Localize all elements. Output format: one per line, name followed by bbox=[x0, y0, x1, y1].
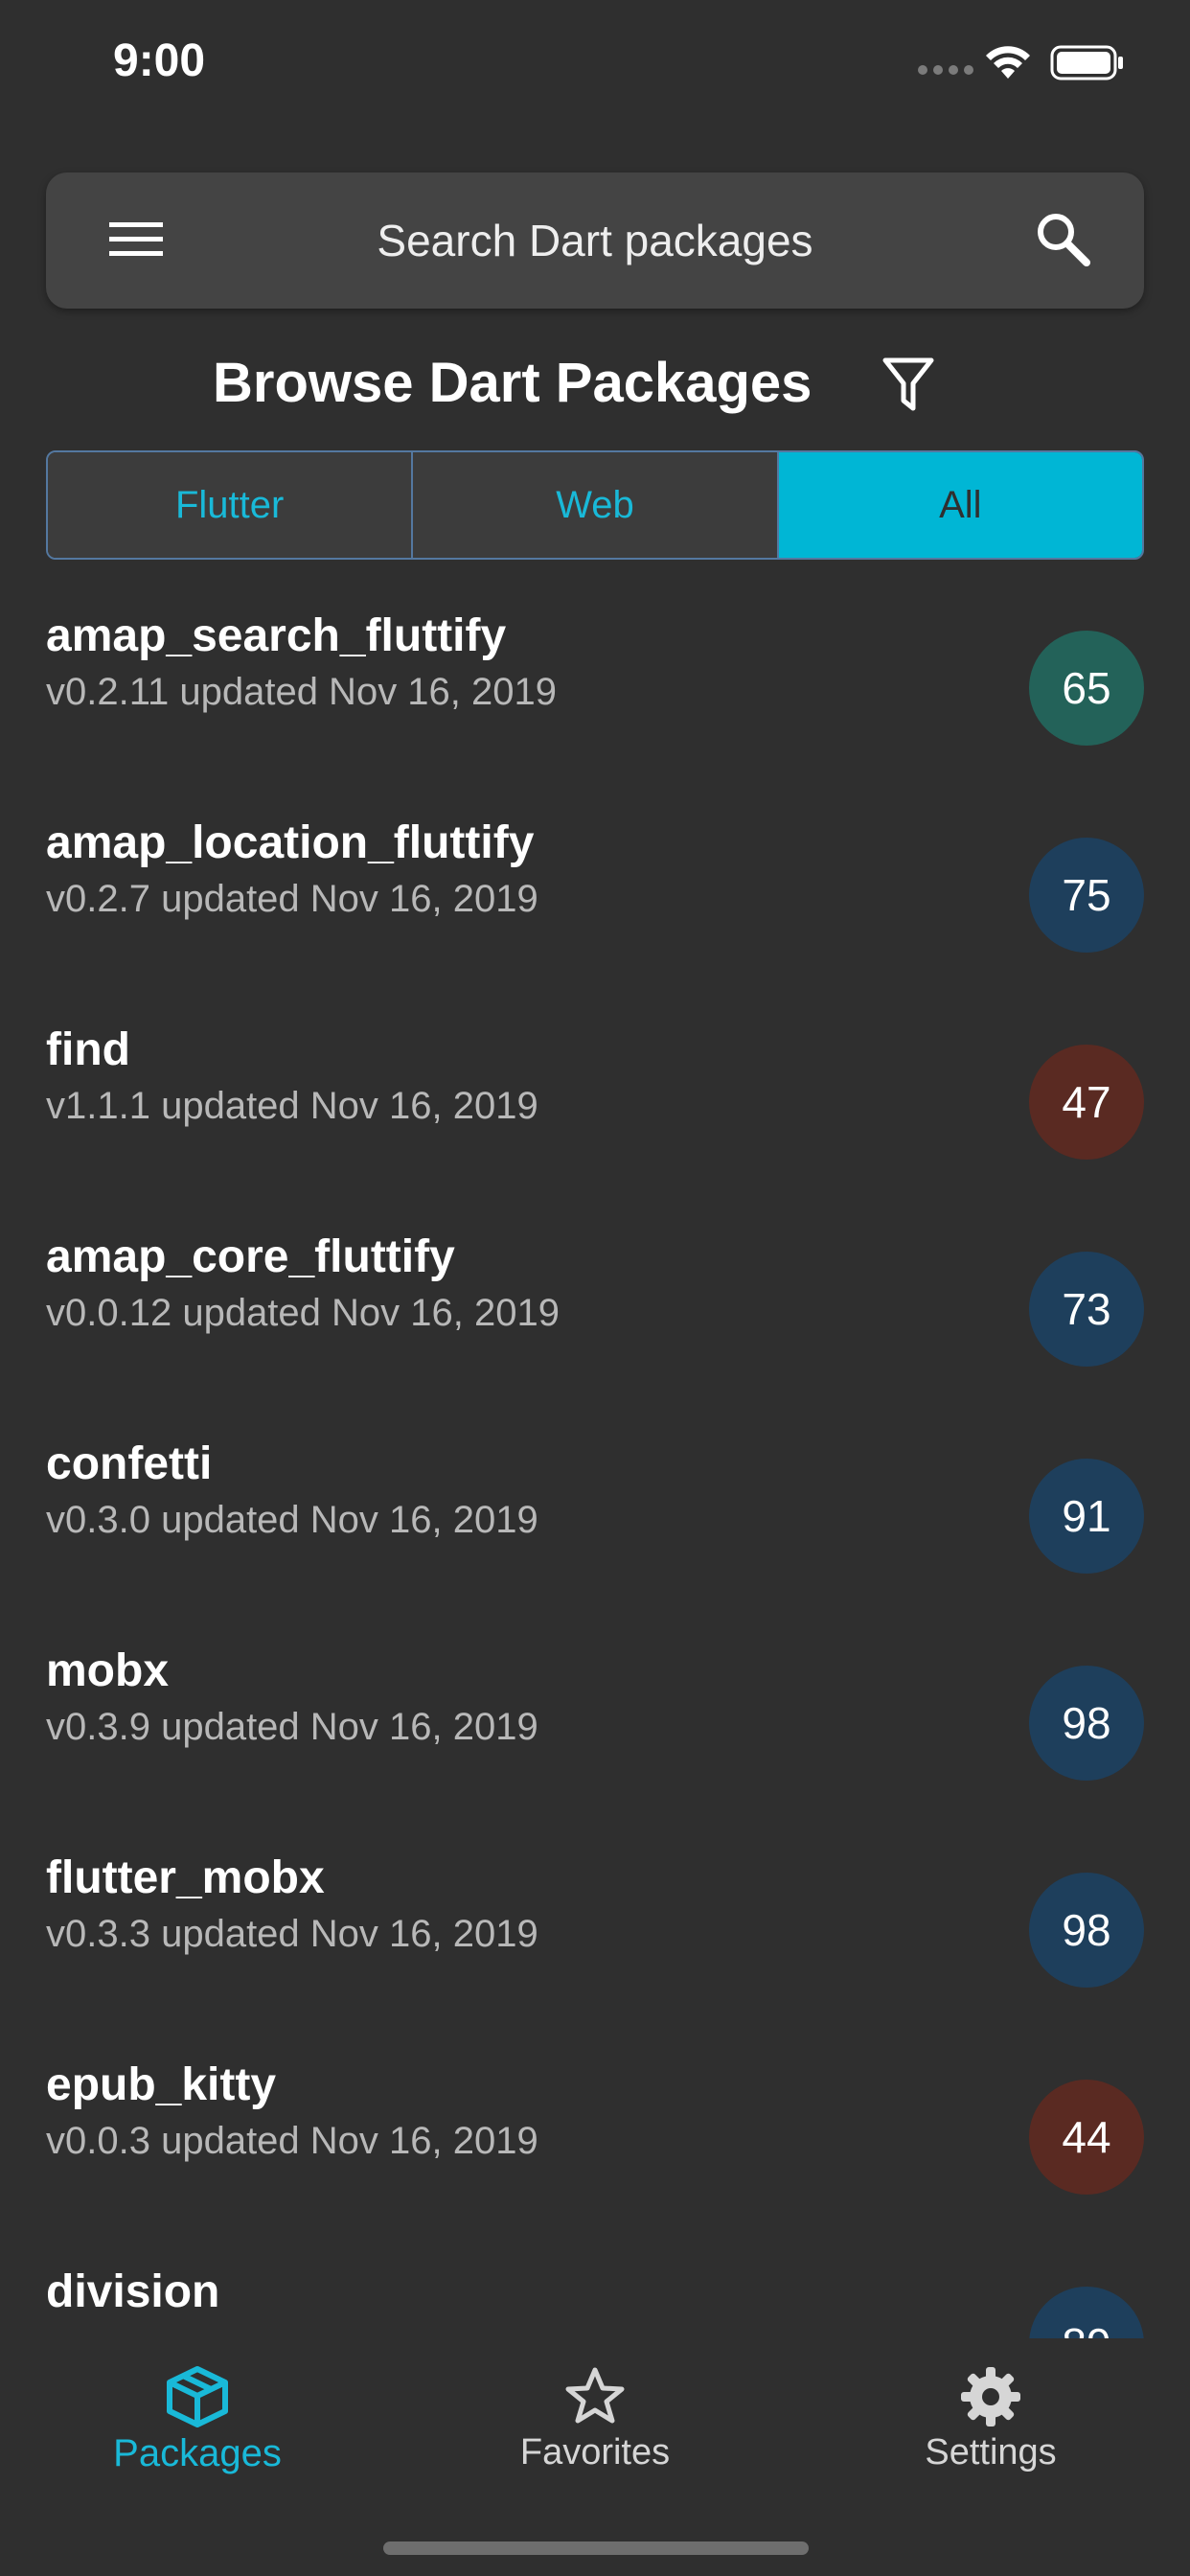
package-list-item[interactable]: flutter_mobx v0.3.3 updated Nov 16, 2019… bbox=[0, 1817, 1190, 2024]
package-name: amap_location_fluttify bbox=[46, 817, 535, 868]
package-list-item[interactable]: find v1.1.1 updated Nov 16, 2019 47 bbox=[0, 989, 1190, 1196]
package-version-date: v0.3.9 updated Nov 16, 2019 bbox=[46, 1706, 538, 1748]
package-version-date: v0.0.12 updated Nov 16, 2019 bbox=[46, 1292, 560, 1334]
home-indicator bbox=[383, 2542, 809, 2555]
title-row: Browse Dart Packages bbox=[0, 347, 1190, 424]
package-list-item[interactable]: confetti v0.3.0 updated Nov 16, 2019 91 bbox=[0, 1403, 1190, 1610]
package-score-badge: 75 bbox=[1029, 838, 1144, 953]
package-list-item[interactable]: amap_core_fluttify v0.0.12 updated Nov 1… bbox=[0, 1196, 1190, 1403]
nav-label: Settings bbox=[925, 2432, 1057, 2472]
search-bar[interactable]: Search Dart packages bbox=[46, 172, 1144, 309]
package-version-date: v0.2.11 updated Nov 16, 2019 bbox=[46, 671, 558, 713]
package-score-badge: 98 bbox=[1029, 1873, 1144, 1988]
package-version-date: v0.3.3 updated Nov 16, 2019 bbox=[46, 1913, 538, 1955]
segment-flutter[interactable]: Flutter bbox=[48, 452, 412, 558]
nav-tab-packages[interactable]: Packages bbox=[73, 2365, 322, 2475]
status-time: 9:00 bbox=[113, 35, 206, 86]
nav-label: Favorites bbox=[519, 2432, 671, 2472]
search-input[interactable]: Search Dart packages bbox=[46, 215, 1144, 266]
bottom-navigation: Packages Favorites Settings bbox=[0, 2338, 1190, 2576]
segment-web[interactable]: Web bbox=[411, 452, 777, 558]
package-score-badge: 91 bbox=[1029, 1459, 1144, 1574]
package-list-item[interactable]: epub_kitty v0.0.3 updated Nov 16, 2019 4… bbox=[0, 2024, 1190, 2231]
package-list: amap_search_fluttify v0.2.11 updated Nov… bbox=[0, 575, 1190, 2338]
package-name: find bbox=[46, 1024, 130, 1075]
package-list-item[interactable]: amap_location_fluttify v0.2.7 updated No… bbox=[0, 782, 1190, 989]
package-name: mobx bbox=[46, 1645, 170, 1696]
package-score-badge: 65 bbox=[1029, 631, 1144, 746]
page-title: Browse Dart Packages bbox=[213, 352, 812, 414]
package-list-item[interactable]: amap_search_fluttify v0.2.11 updated Nov… bbox=[0, 575, 1190, 782]
cellular-signal-icon bbox=[918, 65, 973, 75]
package-name: amap_search_fluttify bbox=[46, 610, 507, 661]
star-icon bbox=[565, 2367, 625, 2424]
nav-tab-settings[interactable]: Settings bbox=[866, 2365, 1115, 2473]
package-score-badge: 89 bbox=[1029, 2287, 1144, 2338]
nav-tab-favorites[interactable]: Favorites bbox=[470, 2365, 720, 2473]
status-bar: 9:00 bbox=[0, 0, 1190, 134]
gear-icon bbox=[961, 2367, 1020, 2426]
package-score-badge: 98 bbox=[1029, 1666, 1144, 1781]
package-icon bbox=[167, 2366, 228, 2427]
wifi-icon bbox=[986, 46, 1030, 79]
package-name: amap_core_fluttify bbox=[46, 1231, 455, 1282]
package-list-item[interactable]: division 89 bbox=[0, 2231, 1190, 2338]
filter-icon[interactable] bbox=[881, 356, 935, 414]
package-name: confetti bbox=[46, 1438, 213, 1489]
nav-label: Packages bbox=[113, 2432, 282, 2474]
package-version-date: v0.0.3 updated Nov 16, 2019 bbox=[46, 2120, 538, 2162]
package-name: flutter_mobx bbox=[46, 1852, 325, 1903]
package-version-date: v0.3.0 updated Nov 16, 2019 bbox=[46, 1499, 538, 1541]
segment-all[interactable]: All bbox=[776, 452, 1142, 558]
package-list-item[interactable]: mobx v0.3.9 updated Nov 16, 2019 98 bbox=[0, 1610, 1190, 1817]
package-score-badge: 47 bbox=[1029, 1045, 1144, 1160]
package-score-badge: 44 bbox=[1029, 2080, 1144, 2195]
package-name: division bbox=[46, 2266, 220, 2317]
search-icon[interactable] bbox=[1033, 209, 1096, 272]
package-score-badge: 73 bbox=[1029, 1252, 1144, 1367]
package-name: epub_kitty bbox=[46, 2059, 277, 2110]
package-version-date: v0.2.7 updated Nov 16, 2019 bbox=[46, 878, 538, 920]
platform-segmented-control: Flutter Web All bbox=[46, 450, 1144, 560]
battery-icon bbox=[1050, 45, 1123, 80]
package-version-date: v1.1.1 updated Nov 16, 2019 bbox=[46, 1085, 538, 1127]
